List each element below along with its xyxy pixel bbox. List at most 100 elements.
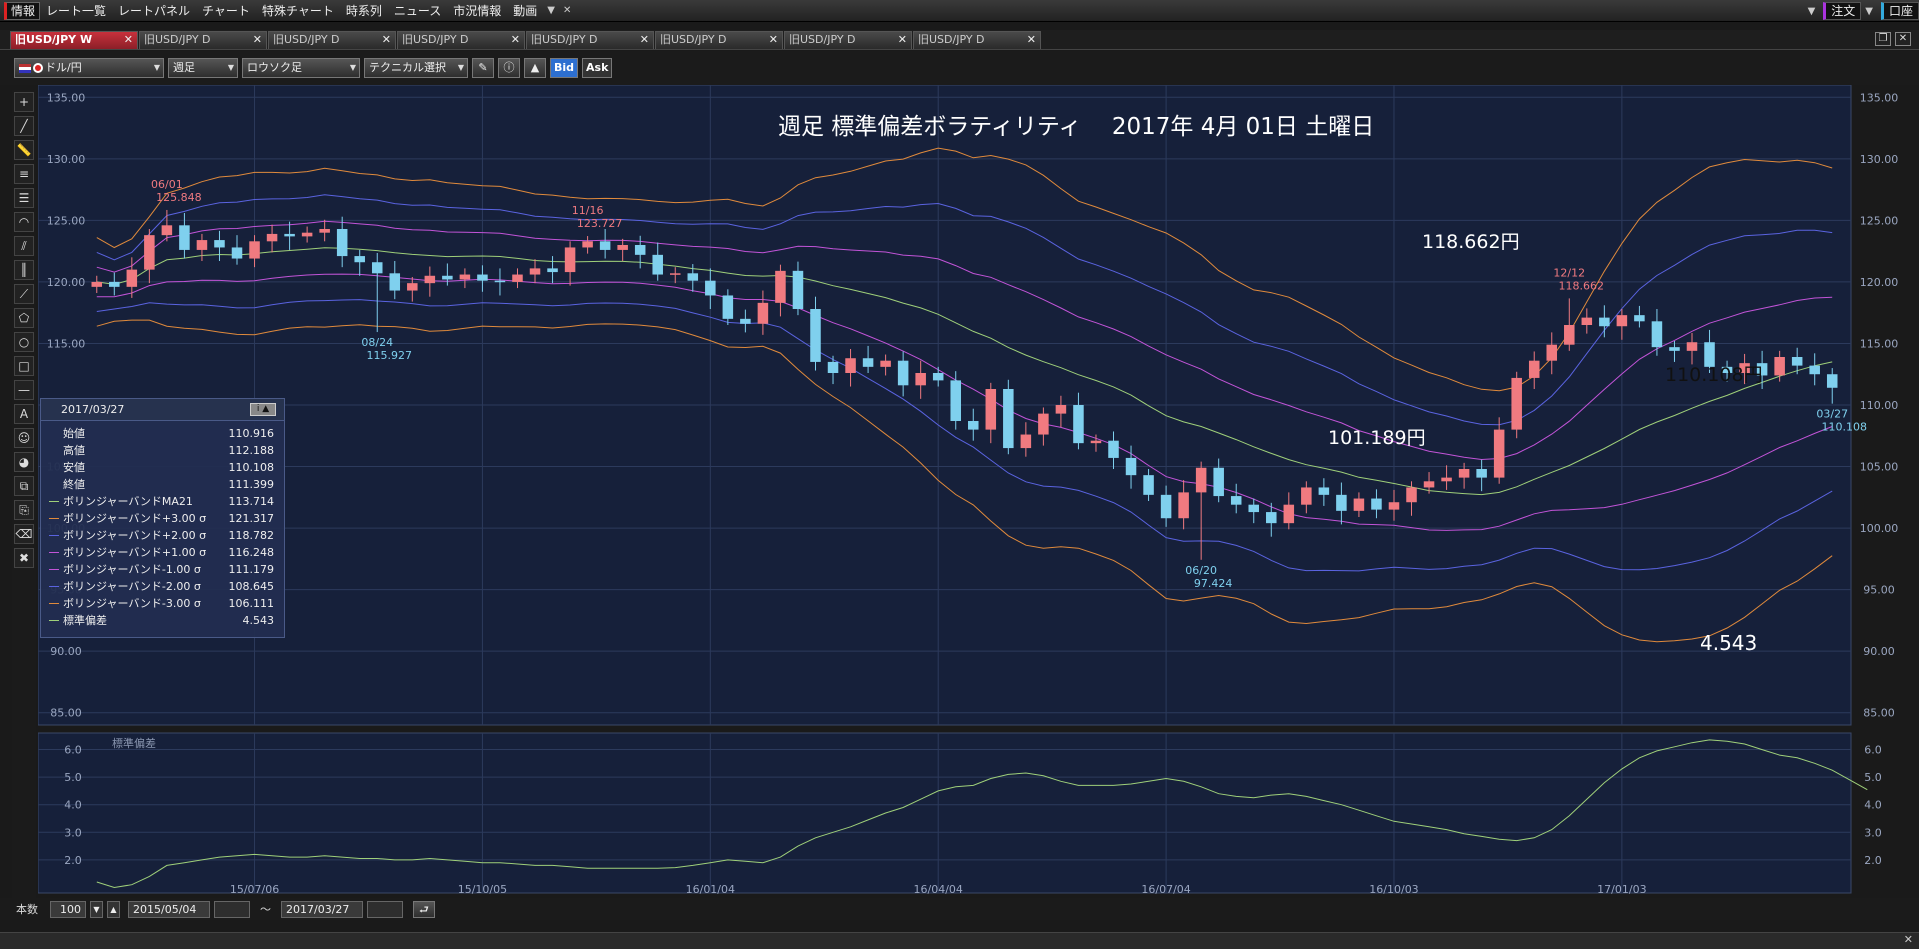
candle-body[interactable] xyxy=(179,225,190,250)
candle-body[interactable] xyxy=(477,274,488,281)
candle-body[interactable] xyxy=(1248,504,1260,513)
candle-body[interactable] xyxy=(1160,494,1172,519)
tab-close-icon[interactable]: ✕ xyxy=(1027,32,1036,48)
candle-body[interactable] xyxy=(705,280,716,296)
candle-body[interactable] xyxy=(775,270,786,303)
fibonacci-arc-icon[interactable]: ◠ xyxy=(14,212,34,232)
candle-body[interactable] xyxy=(1651,321,1663,348)
pen-icon[interactable]: ✎ xyxy=(472,58,494,78)
candle-body[interactable] xyxy=(319,229,330,233)
order-button[interactable]: 注文 xyxy=(1823,2,1862,20)
tab-7[interactable]: 旧USD/JPY D ✕ xyxy=(913,31,1041,49)
candle-body[interactable] xyxy=(196,240,208,250)
candle-body[interactable] xyxy=(1178,492,1189,519)
candle-body[interactable] xyxy=(249,241,260,259)
candle-body[interactable] xyxy=(792,270,804,309)
candle-body[interactable] xyxy=(1301,487,1312,505)
chart-canvas[interactable]: 135.00 135.00 130.00 130.00 125.00 125.00 120.… xyxy=(38,85,1918,897)
tab-4[interactable]: 旧USD/JPY D ✕ xyxy=(526,31,654,49)
menu-close-icon[interactable]: ✕ xyxy=(559,5,575,16)
icon-stamp-icon[interactable]: ☺ xyxy=(14,428,34,448)
ruler-icon[interactable]: 📏 xyxy=(14,140,34,160)
candle-body[interactable] xyxy=(109,281,120,287)
candle-body[interactable] xyxy=(1686,342,1698,351)
tab-6[interactable]: 旧USD/JPY D ✕ xyxy=(784,31,912,49)
candle-body[interactable] xyxy=(1055,405,1067,414)
from-time-input[interactable] xyxy=(214,900,250,918)
candle-body[interactable] xyxy=(1195,467,1207,493)
candle-body[interactable] xyxy=(1634,315,1645,322)
candle-body[interactable] xyxy=(652,254,663,275)
candle-body[interactable] xyxy=(827,361,839,373)
candle-body[interactable] xyxy=(1599,317,1610,327)
candle-body[interactable] xyxy=(1266,512,1277,524)
technical-select[interactable]: テクニカル選択 xyxy=(364,58,468,78)
candle-body[interactable] xyxy=(740,318,751,324)
tab-3[interactable]: 旧USD/JPY D ✕ xyxy=(397,31,525,49)
candle-body[interactable] xyxy=(1511,377,1522,430)
magnet-icon[interactable]: ◕ xyxy=(14,452,34,472)
text-icon[interactable]: A xyxy=(14,404,34,424)
candle-body[interactable] xyxy=(1809,365,1820,375)
tab-close-icon[interactable]: ✕ xyxy=(640,32,649,48)
count-up-icon[interactable]: ▲ xyxy=(107,900,120,918)
candle-body[interactable] xyxy=(669,273,681,275)
gann-fan-icon[interactable]: ⟋ xyxy=(14,284,34,304)
ask-button[interactable]: Ask xyxy=(582,58,613,78)
info-icon[interactable]: ⓘ xyxy=(498,58,520,78)
channel-icon[interactable]: ⫽ xyxy=(14,236,34,256)
candle-body[interactable] xyxy=(1616,315,1628,327)
candle-body[interactable] xyxy=(459,274,471,280)
tab-close-icon[interactable]: ✕ xyxy=(511,32,520,48)
candle-body[interactable] xyxy=(1581,317,1593,325)
candle-body[interactable] xyxy=(1336,494,1347,511)
multi-lines-icon[interactable]: ☰ xyxy=(14,188,34,208)
candle-body[interactable] xyxy=(1423,481,1435,488)
candle-body[interactable] xyxy=(582,241,593,248)
candle-body[interactable] xyxy=(1283,504,1295,524)
candle-body[interactable] xyxy=(1528,360,1540,378)
candle-body[interactable] xyxy=(1546,344,1558,361)
restore-icon[interactable]: ❐ xyxy=(1875,32,1891,46)
tab-close-icon[interactable]: ✕ xyxy=(382,32,391,48)
candle-body[interactable] xyxy=(968,421,979,430)
candle-body[interactable] xyxy=(1038,413,1049,435)
candle-body[interactable] xyxy=(932,373,944,381)
candle-body[interactable] xyxy=(512,274,523,282)
window-close-icon[interactable]: ✕ xyxy=(1895,32,1911,46)
paste-icon[interactable]: ⎘ xyxy=(14,500,34,520)
candle-body[interactable] xyxy=(91,281,103,287)
from-date-input[interactable]: 2015/05/04 xyxy=(128,900,210,918)
candle-body[interactable] xyxy=(722,295,734,319)
copy-icon[interactable]: ⧉ xyxy=(14,476,34,496)
menu-item-market-info[interactable]: 市況情報 xyxy=(447,0,507,22)
candle-body[interactable] xyxy=(1826,374,1838,388)
candle-body[interactable] xyxy=(687,273,699,281)
candle-body[interactable] xyxy=(1108,440,1119,458)
crosshair-icon[interactable]: + xyxy=(14,92,34,112)
candle-body[interactable] xyxy=(1493,429,1505,478)
candle-body[interactable] xyxy=(424,275,436,284)
candle-body[interactable] xyxy=(442,275,453,280)
candle-body[interactable] xyxy=(1353,498,1365,511)
candle-body[interactable] xyxy=(599,241,611,250)
account-button[interactable]: 口座 xyxy=(1880,2,1919,20)
menu-item-news[interactable]: ニュース xyxy=(388,0,447,22)
tab-close-icon[interactable]: ✕ xyxy=(769,32,778,48)
candle-body[interactable] xyxy=(494,280,506,283)
candle-body[interactable] xyxy=(389,273,401,291)
candle-body[interactable] xyxy=(897,360,909,386)
to-date-input[interactable]: 2017/03/27 xyxy=(281,900,363,918)
circle-icon[interactable]: ○ xyxy=(14,332,34,352)
candle-body[interactable] xyxy=(1371,498,1382,510)
count-down-icon[interactable]: ▼ xyxy=(90,900,103,918)
candle-body[interactable] xyxy=(915,373,926,386)
candle-body[interactable] xyxy=(617,245,628,250)
candle-body[interactable] xyxy=(1143,475,1154,495)
candle-body[interactable] xyxy=(985,389,997,430)
candle-body[interactable] xyxy=(1318,487,1330,495)
candle-body[interactable] xyxy=(1476,469,1487,478)
candle-body[interactable] xyxy=(1441,477,1452,482)
candle-body[interactable] xyxy=(1406,487,1417,503)
candle-body[interactable] xyxy=(1090,440,1102,444)
